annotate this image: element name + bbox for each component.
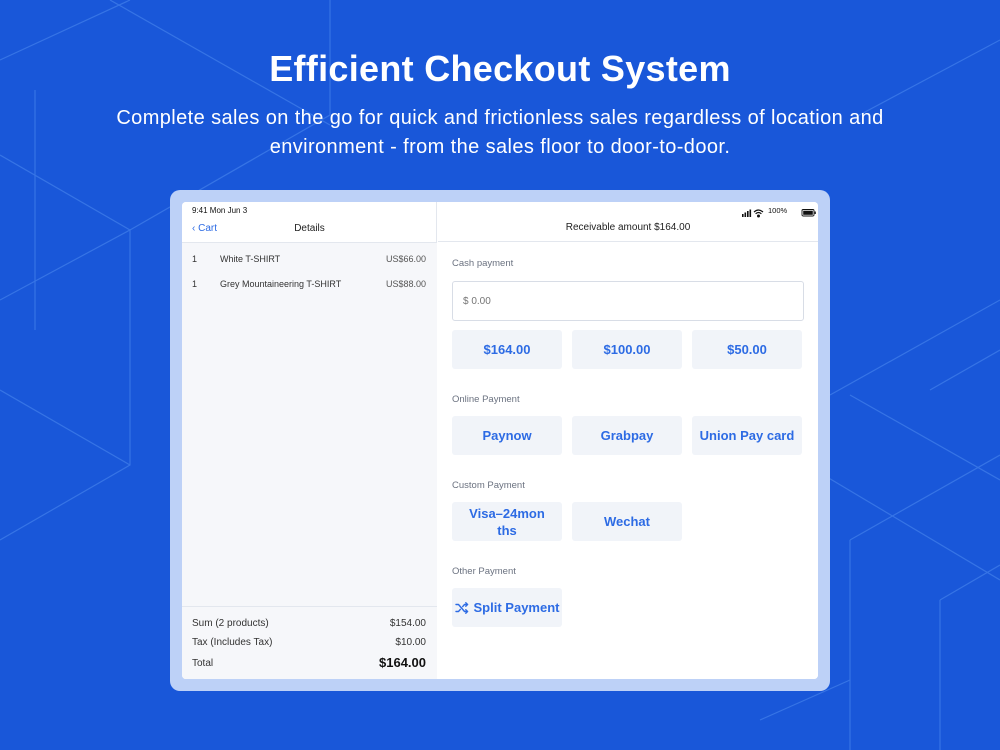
list-item[interactable]: 1 White T-SHIRT US$66.00 [182, 254, 437, 270]
order-summary: Sum (2 products) $154.00 Tax (Includes T… [182, 606, 437, 679]
total-label: Total [192, 658, 214, 669]
split-payment-button[interactable]: Split Payment [452, 588, 562, 627]
wechat-button[interactable]: Wechat [572, 502, 682, 541]
sum-value: $154.00 [389, 618, 426, 629]
sum-row: Sum (2 products) $154.00 [192, 618, 426, 629]
order-details-pane: 9:41 Mon Jun 3 ‹ Cart Details 1 White T-… [182, 202, 437, 679]
payment-pane: Receivable amount $164.00 100% Cash paym… [438, 202, 818, 679]
grabpay-button[interactable]: Grabpay [572, 416, 682, 455]
item-price: US$88.00 [385, 279, 426, 289]
item-name: White T-SHIRT [220, 254, 281, 264]
battery-icon [801, 209, 816, 217]
cash-amount-input[interactable] [452, 281, 804, 321]
status-time: 9:41 Mon Jun 3 [192, 206, 248, 215]
split-payment-label: Split Payment [473, 600, 560, 615]
quick-amount-164-button[interactable]: $164.00 [452, 330, 562, 369]
cash-payment-label: Cash payment [452, 258, 514, 269]
other-payment-label: Other Payment [452, 566, 516, 577]
online-payment-label: Online Payment [452, 394, 520, 405]
item-qty: 1 [192, 254, 198, 264]
item-price: US$66.00 [385, 254, 426, 264]
wifi-icon [753, 209, 764, 218]
tablet-screen: 9:41 Mon Jun 3 ‹ Cart Details 1 White T-… [182, 202, 818, 679]
item-name: Grey Mountaineering T-SHIRT [220, 279, 342, 289]
tax-row: Tax (Includes Tax) $10.00 [192, 637, 426, 648]
tax-value: $10.00 [395, 637, 426, 648]
item-qty: 1 [192, 279, 198, 289]
headline: Efficient Checkout System [269, 48, 731, 89]
total-row: Total $164.00 [192, 655, 426, 670]
status-indicators: 100% [738, 205, 818, 218]
subheadline: Complete sales on the go for quick and f… [116, 107, 884, 158]
quick-amount-50-button[interactable]: $50.00 [692, 330, 802, 369]
list-item[interactable]: 1 Grey Mountaineering T-SHIRT US$88.00 [182, 279, 437, 295]
quick-amount-100-button[interactable]: $100.00 [572, 330, 682, 369]
battery-percentage: 100% [768, 206, 788, 215]
custom-payment-label: Custom Payment [452, 480, 525, 491]
sum-label: Sum (2 products) [192, 618, 269, 629]
order-item-list: 1 White T-SHIRT US$66.00 1 Grey Mountain… [182, 242, 437, 606]
paynow-button[interactable]: Paynow [452, 416, 562, 455]
union-pay-card-button[interactable]: Union Pay card [692, 416, 802, 455]
visa-24months-button[interactable]: Visa–24mon ths [452, 502, 562, 541]
total-value: $164.00 [379, 655, 426, 670]
cellular-signal-icon [742, 209, 752, 217]
tax-label: Tax (Includes Tax) [192, 637, 273, 648]
shuffle-icon [454, 601, 468, 614]
details-title: Details [294, 223, 325, 234]
